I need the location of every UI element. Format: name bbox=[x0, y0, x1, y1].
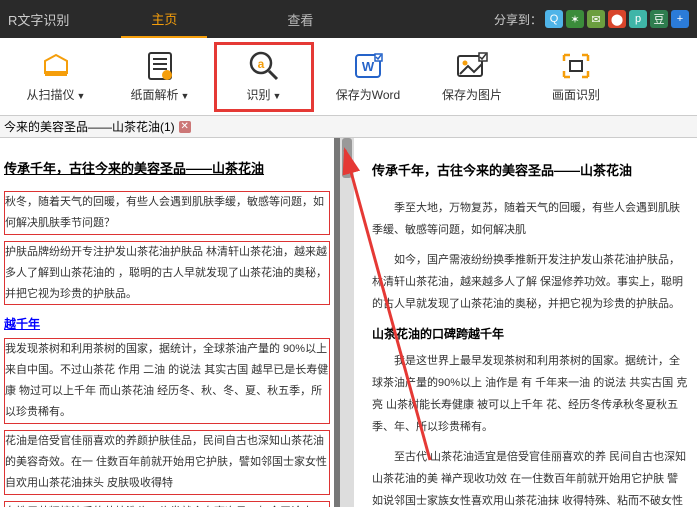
screen-rec-icon bbox=[560, 50, 592, 82]
share-wechat2-icon[interactable]: ✉ bbox=[587, 10, 605, 28]
share-douban-icon[interactable]: 豆 bbox=[650, 10, 668, 28]
scan-button[interactable]: 从扫描仪▼ bbox=[6, 42, 106, 112]
para: 如今，国产需液纷纷换季推新开发注护发山茶花油护肤品，林清轩山茶花油，越来越多人了… bbox=[372, 249, 689, 315]
left-title: 传承千年，古往今来的美容圣品——山茶花油 bbox=[4, 158, 334, 177]
image-icon bbox=[456, 50, 488, 82]
sub-heading: 越千年 bbox=[4, 315, 330, 332]
tab-view[interactable]: 查看 bbox=[267, 0, 333, 38]
para: 女性用茶籽榨油后的茶枯洗头，头发就会乌亮次柔。如今无论中外，从名媛到明星 ，依然… bbox=[4, 501, 330, 507]
share-wechat-icon[interactable]: ✶ bbox=[566, 10, 584, 28]
document-tab[interactable]: 今来的美容圣品——山茶花油(1) ✕ bbox=[4, 118, 191, 135]
layout-icon bbox=[144, 50, 176, 82]
share-more-icon[interactable]: + bbox=[671, 10, 689, 28]
right-title: 传承千年，古往今来的美容圣品——山茶花油 bbox=[372, 160, 689, 179]
scanner-icon bbox=[40, 50, 72, 82]
para: 护肤品牌纷纷开专注护发山茶花油护肤品 林清轩山茶花油，越来越多人了解到山茶花油的… bbox=[4, 241, 330, 306]
chevron-down-icon: ▼ bbox=[77, 91, 86, 101]
tab-main[interactable]: 主页 bbox=[121, 0, 207, 38]
app-name: R文字识别 bbox=[0, 10, 81, 29]
layout-button[interactable]: 纸面解析▼ bbox=[110, 42, 210, 112]
para: 季至大地，万物复苏，随着天气的回暖，有些人会遇到肌肤季缓、敏感等问题，如何解决肌 bbox=[372, 197, 689, 241]
share-p-icon[interactable]: p bbox=[629, 10, 647, 28]
close-tab-icon[interactable]: ✕ bbox=[179, 121, 191, 133]
scrollbar-left[interactable] bbox=[340, 138, 354, 507]
svg-text:W: W bbox=[362, 59, 375, 74]
share-weibo-icon[interactable]: ⬤ bbox=[608, 10, 626, 28]
para: 我发现茶树和利用茶树的国家，据统计，全球茶油产量的 90%以上来自中国。不过山茶… bbox=[4, 338, 330, 424]
para: 我是这世界上最早发现茶树和利用茶树的国家。据统计，全球茶油产量的90%以上 油作… bbox=[372, 350, 689, 438]
para: 花油是倍受官佳丽喜欢的养颜护肤佳品，民间自古也深知山茶花油的美容奇效。在一 住数… bbox=[4, 430, 330, 495]
svg-text:a: a bbox=[258, 57, 265, 71]
right-pane: 传承千年，古往今来的美容圣品——山茶花油 季至大地，万物复苏，随着天气的回暖，有… bbox=[354, 138, 697, 507]
share-label: 分享到： bbox=[494, 11, 542, 28]
magnify-a-icon: a bbox=[248, 50, 280, 82]
left-pane: 传承千年，古往今来的美容圣品——山茶花油 秋冬，随着天气的回暖，有些人会遇到肌肤… bbox=[0, 138, 340, 507]
chevron-down-icon: ▼ bbox=[273, 91, 282, 101]
sub-heading: 山茶花油的口碑跨越千年 bbox=[372, 325, 689, 342]
word-icon: W bbox=[352, 50, 384, 82]
para: 至古代 山茶花油适宜是倍受官佳丽喜欢的养 民间自古也深知山茶花油的美 禅产现收功… bbox=[372, 446, 689, 507]
save-word-button[interactable]: W 保存为Word bbox=[318, 42, 418, 112]
screen-recognize-button[interactable]: 画面识别 bbox=[526, 42, 626, 112]
para: 秋冬，随着天气的回暖，有些人会遇到肌肤季缓，敏感等问题，如何解决肌肤季节问题？ bbox=[4, 191, 330, 235]
recognize-button[interactable]: a 识别▼ bbox=[214, 42, 314, 112]
chevron-down-icon: ▼ bbox=[181, 91, 190, 101]
share-qq-icon[interactable]: Q bbox=[545, 10, 563, 28]
save-image-button[interactable]: 保存为图片 bbox=[422, 42, 522, 112]
